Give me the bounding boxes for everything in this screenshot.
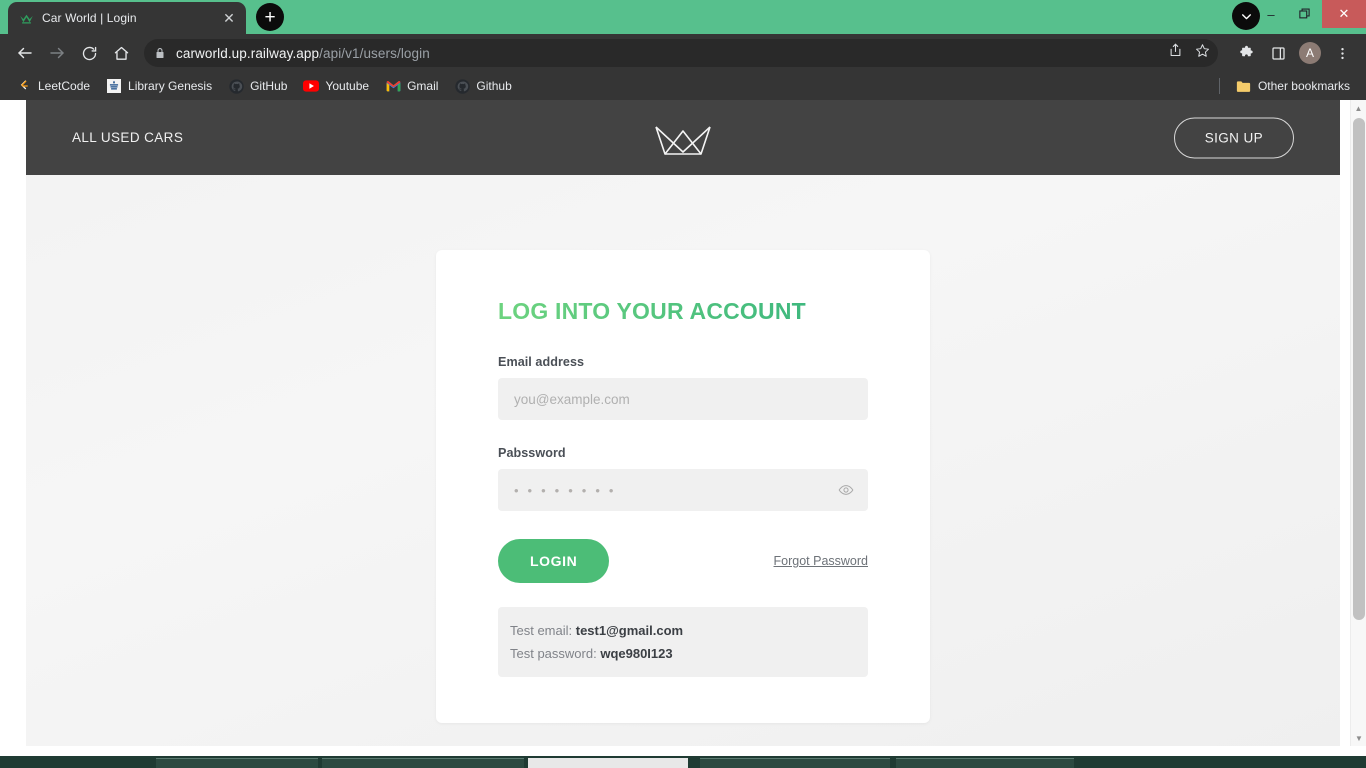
site-header: ALL USED CARS SIGN UP bbox=[26, 100, 1340, 175]
test-password-value: wqe980I123 bbox=[600, 646, 673, 661]
share-icon[interactable] bbox=[1168, 43, 1183, 63]
url-host: carworld.up.railway.app bbox=[176, 45, 320, 61]
test-password-prefix: Test password: bbox=[510, 646, 601, 661]
taskbar-item[interactable] bbox=[156, 758, 318, 768]
taskbar-item[interactable] bbox=[700, 758, 890, 768]
email-placeholder: you@example.com bbox=[514, 391, 630, 407]
horizontal-scrollbar[interactable] bbox=[0, 746, 1350, 756]
bookmark-youtube[interactable]: Youtube bbox=[295, 75, 377, 97]
form-actions: LOGIN Forgot Password bbox=[498, 539, 868, 583]
taskbar-item[interactable] bbox=[528, 758, 688, 768]
address-bar[interactable]: carworld.up.railway.app/api/v1/users/log… bbox=[144, 39, 1218, 67]
folder-icon bbox=[1236, 78, 1252, 94]
tab-strip: Car World | Login ✕ + – ✕ bbox=[0, 0, 1366, 34]
bookmark-label: Youtube bbox=[325, 79, 370, 93]
password-label: Pabssword bbox=[498, 446, 566, 460]
eye-icon[interactable] bbox=[838, 482, 854, 498]
bookmark-label: Gmail bbox=[407, 79, 439, 93]
other-bookmarks-label: Other bookmarks bbox=[1257, 79, 1350, 93]
scroll-up-icon[interactable]: ▲ bbox=[1351, 100, 1366, 116]
maximize-button[interactable] bbox=[1288, 0, 1322, 28]
other-bookmarks-area: Other bookmarks bbox=[1218, 75, 1358, 97]
other-bookmarks-button[interactable]: Other bookmarks bbox=[1228, 75, 1358, 97]
leetcode-icon bbox=[16, 78, 32, 94]
test-password-line: Test password: wqe980I123 bbox=[510, 642, 856, 665]
page-viewport: ALL USED CARS SIGN UP LOG INTO YOUR ACCO… bbox=[0, 100, 1366, 746]
login-card-wrapper: LOG INTO YOUR ACCOUNT Email address you@… bbox=[26, 175, 1340, 723]
avatar[interactable]: A bbox=[1299, 42, 1321, 64]
taskbar-item[interactable] bbox=[322, 758, 524, 768]
forward-button[interactable] bbox=[42, 38, 72, 68]
url-text: carworld.up.railway.app/api/v1/users/log… bbox=[176, 46, 430, 61]
home-button[interactable] bbox=[106, 38, 136, 68]
password-field-group: Pabssword • • • • • • • • bbox=[498, 446, 868, 511]
crown-icon bbox=[18, 10, 34, 26]
email-label: Email address bbox=[498, 355, 585, 369]
puzzle-icon[interactable] bbox=[1232, 39, 1260, 67]
forgot-password-link[interactable]: Forgot Password bbox=[774, 554, 868, 568]
github-icon bbox=[228, 78, 244, 94]
three-dots-icon[interactable] bbox=[1328, 39, 1356, 67]
reload-button[interactable] bbox=[74, 38, 104, 68]
bookmark-library-genesis[interactable]: Library Genesis bbox=[98, 75, 220, 97]
toolbar-right-actions: A bbox=[1228, 39, 1356, 67]
test-email-value: test1@gmail.com bbox=[575, 623, 684, 638]
vertical-scrollbar[interactable]: ▲ ▼ bbox=[1350, 100, 1366, 746]
login-card: LOG INTO YOUR ACCOUNT Email address you@… bbox=[436, 250, 930, 723]
web-page: ALL USED CARS SIGN UP LOG INTO YOUR ACCO… bbox=[26, 100, 1340, 746]
gmail-icon bbox=[385, 78, 401, 94]
test-email-line: Test email: test1@gmail.com bbox=[510, 619, 856, 642]
libgen-icon bbox=[106, 78, 122, 94]
bookmark-label: Library Genesis bbox=[128, 79, 213, 93]
bookmark-leetcode[interactable]: LeetCode bbox=[8, 75, 98, 97]
side-panel-icon[interactable] bbox=[1264, 39, 1292, 67]
bookmark-github-2[interactable]: Github bbox=[446, 75, 519, 97]
divider bbox=[1218, 78, 1220, 94]
omnibox-actions bbox=[1168, 43, 1210, 63]
bookmark-gmail[interactable]: Gmail bbox=[377, 75, 446, 97]
signup-button[interactable]: SIGN UP bbox=[1173, 117, 1294, 158]
bookmark-label: Github bbox=[476, 79, 512, 93]
minimize-button[interactable]: – bbox=[1254, 0, 1288, 28]
scrollbar-thumb[interactable] bbox=[1353, 118, 1365, 620]
tab-title: Car World | Login bbox=[42, 11, 137, 25]
close-window-button[interactable]: ✕ bbox=[1322, 0, 1366, 28]
os-taskbar bbox=[0, 756, 1366, 768]
scroll-down-icon[interactable]: ▼ bbox=[1351, 730, 1366, 746]
back-button[interactable] bbox=[10, 38, 40, 68]
test-email-prefix: Test email: bbox=[510, 623, 576, 638]
lock-icon bbox=[154, 47, 166, 59]
new-tab-button[interactable]: + bbox=[256, 3, 284, 31]
login-button[interactable]: LOGIN bbox=[498, 539, 610, 583]
url-path: /api/v1/users/login bbox=[319, 45, 430, 61]
password-input[interactable]: • • • • • • • • bbox=[498, 469, 868, 511]
bookmarks-bar: LeetCode Library Genesis GitHub Youtube bbox=[0, 72, 1366, 100]
email-field-group: Email address you@example.com bbox=[498, 355, 868, 420]
email-input[interactable]: you@example.com bbox=[498, 378, 868, 420]
taskbar-item[interactable] bbox=[896, 758, 1074, 768]
test-credentials-box: Test email: test1@gmail.com Test passwor… bbox=[498, 607, 868, 677]
browser-window: Car World | Login ✕ + – ✕ carworld.up.ra… bbox=[0, 0, 1366, 768]
nav-all-used-cars[interactable]: ALL USED CARS bbox=[72, 130, 183, 145]
page-title: LOG INTO YOUR ACCOUNT bbox=[498, 298, 868, 325]
github-icon bbox=[454, 78, 470, 94]
close-icon[interactable]: ✕ bbox=[220, 9, 238, 27]
browser-tab[interactable]: Car World | Login ✕ bbox=[8, 2, 246, 34]
bookmark-github[interactable]: GitHub bbox=[220, 75, 295, 97]
window-controls: – ✕ bbox=[1254, 0, 1366, 28]
crown-logo[interactable] bbox=[651, 116, 715, 160]
bookmark-label: GitHub bbox=[250, 79, 288, 93]
star-icon[interactable] bbox=[1195, 43, 1210, 63]
youtube-icon bbox=[303, 78, 320, 94]
bookmark-label: LeetCode bbox=[38, 79, 91, 93]
password-masked-value: • • • • • • • • bbox=[514, 482, 617, 498]
browser-toolbar: carworld.up.railway.app/api/v1/users/log… bbox=[0, 34, 1366, 72]
